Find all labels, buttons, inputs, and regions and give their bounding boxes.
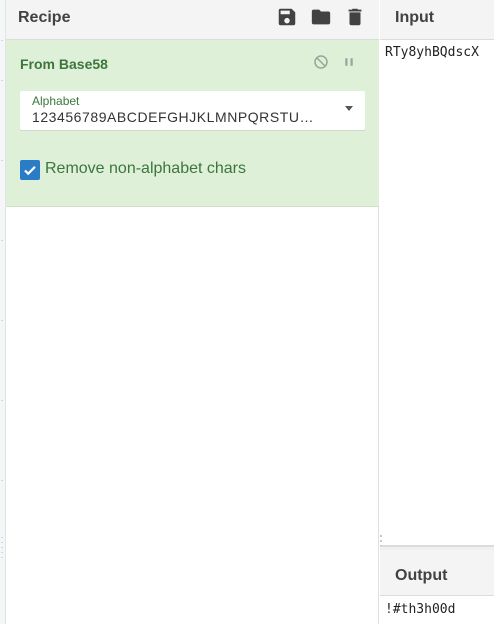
operation-title: From Base58 — [20, 56, 108, 72]
input-panel: Input RTy8yhBQdscX — [380, 0, 494, 546]
input-header: Input — [380, 0, 494, 40]
cyberchef-app: Recipe From Base58 Alphabet 123456789ABC… — [0, 0, 494, 624]
recipe-header: Recipe — [6, 0, 379, 40]
edge-tick — [1, 160, 3, 161]
splitter-dot — [380, 535, 382, 537]
edge-tick — [1, 400, 3, 401]
output-panel: Output !#th3h00d — [380, 550, 494, 624]
splitter-dot — [1, 542, 3, 543]
alphabet-field[interactable]: Alphabet 123456789ABCDEFGHJKLMNPQRSTUVWX… — [20, 91, 365, 130]
alphabet-label: Alphabet — [32, 94, 80, 108]
recipe-title: Recipe — [18, 9, 71, 26]
output-text[interactable]: !#th3h00d — [385, 602, 493, 617]
edge-tick — [1, 80, 3, 81]
output-title: Output — [395, 567, 448, 584]
alphabet-value[interactable]: 123456789ABCDEFGHJKLMNPQRSTUVWXYZabcdefg… — [32, 109, 322, 125]
operation-from-base58[interactable]: From Base58 Alphabet 123456789ABCDEFGHJK… — [6, 40, 379, 207]
dropdown-caret-icon[interactable] — [345, 106, 353, 111]
splitter-dot — [1, 547, 3, 548]
disable-icon[interactable] — [312, 53, 330, 71]
edge-tick — [1, 320, 3, 321]
remove-non-alphabet-checkbox[interactable] — [20, 160, 40, 180]
save-icon[interactable] — [276, 6, 298, 28]
edge-tick — [1, 240, 3, 241]
edge-tick — [1, 480, 3, 481]
input-textarea[interactable]: RTy8yhBQdscX — [385, 45, 493, 60]
splitter-dot — [1, 537, 3, 538]
output-header: Output — [380, 550, 494, 596]
edge-tick — [1, 40, 3, 41]
remove-non-alphabet-label[interactable]: Remove non-alphabet chars — [45, 160, 246, 178]
trash-icon[interactable] — [344, 6, 366, 28]
pause-icon[interactable] — [340, 53, 358, 71]
folder-icon[interactable] — [310, 6, 332, 28]
recipe-panel: Recipe From Base58 Alphabet 123456789ABC… — [6, 0, 379, 624]
splitter-dot — [1, 552, 3, 553]
splitter-dot — [1, 557, 3, 558]
input-title: Input — [395, 9, 435, 26]
splitter-dot — [380, 540, 382, 542]
